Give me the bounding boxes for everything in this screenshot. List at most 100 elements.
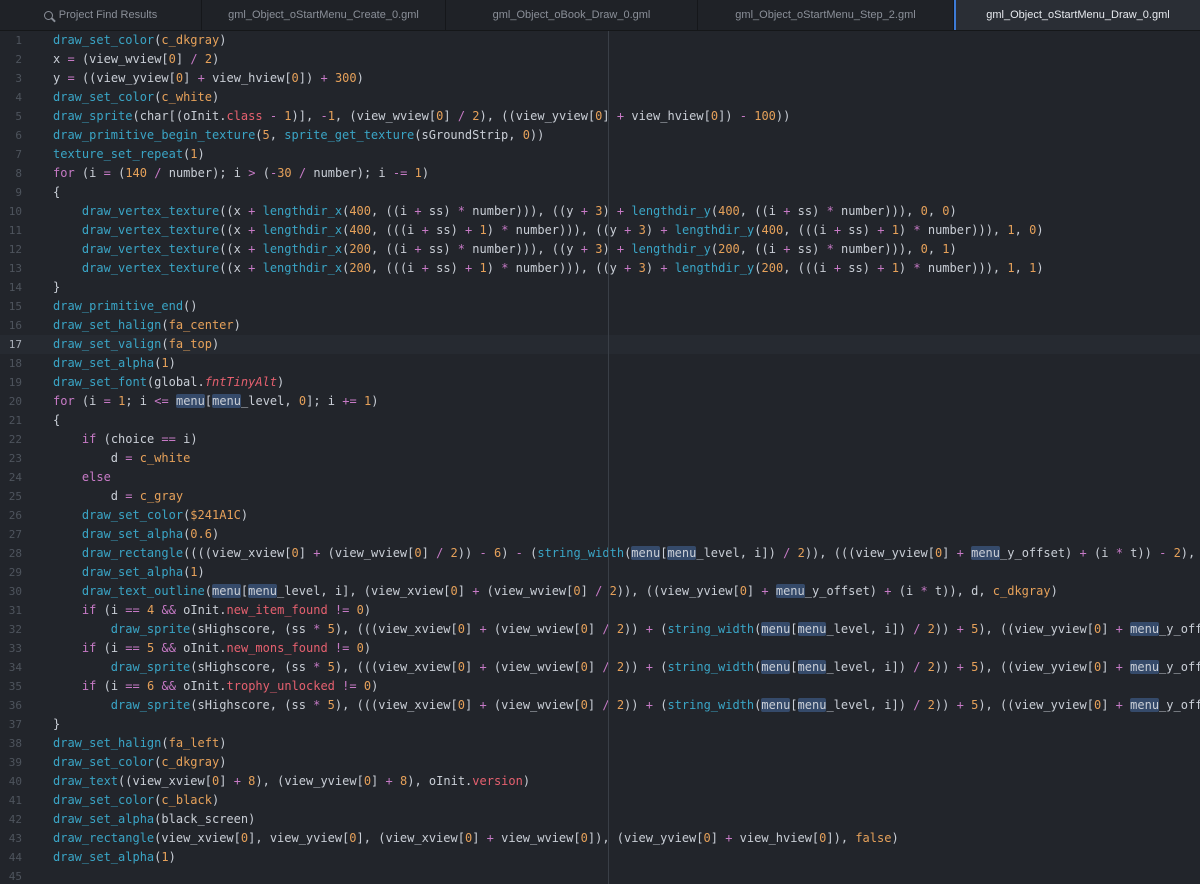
tab-ostartmenu-step[interactable]: gml_Object_oStartMenu_Step_2.gml bbox=[698, 0, 954, 30]
code-line[interactable]: 15 draw_primitive_end() bbox=[0, 297, 1200, 316]
tab-label: Project Find Results bbox=[58, 9, 158, 21]
tab-label: gml_Object_oStartMenu_Draw_0.gml bbox=[986, 9, 1170, 21]
code-text: if (choice == i) bbox=[81, 432, 198, 446]
code-line[interactable]: 11 draw_vertex_texture((x + lengthdir_x(… bbox=[0, 221, 1200, 240]
code-line[interactable]: 14} bbox=[0, 278, 1200, 297]
line-number: 28 bbox=[8, 547, 22, 560]
code-line[interactable]: 44 draw_set_alpha(1) bbox=[0, 848, 1200, 867]
code-text: if (i == 5 && oInit.new_mons_found != 0) bbox=[81, 641, 372, 655]
code-line[interactable]: 33 if (i == 5 && oInit.new_mons_found !=… bbox=[0, 639, 1200, 658]
tab-obook-draw[interactable]: gml_Object_oBook_Draw_0.gml bbox=[446, 0, 698, 30]
code-text: draw_sprite(sHighscore, (ss * 5), (((vie… bbox=[110, 660, 1200, 674]
code-line[interactable]: 23 d = c_white bbox=[0, 449, 1200, 468]
code-line[interactable]: 38 draw_set_halign(fa_left) bbox=[0, 734, 1200, 753]
line-number: 32 bbox=[8, 623, 22, 636]
line-number: 25 bbox=[8, 490, 22, 503]
code-line[interactable]: 36 draw_sprite(sHighscore, (ss * 5), (((… bbox=[0, 696, 1200, 715]
code-line[interactable]: 41 draw_set_color(c_black) bbox=[0, 791, 1200, 810]
code-line[interactable]: 12 draw_vertex_texture((x + lengthdir_x(… bbox=[0, 240, 1200, 259]
code-line[interactable]: 37} bbox=[0, 715, 1200, 734]
code-text: draw_set_color(c_dkgray) bbox=[53, 33, 227, 47]
line-number: 37 bbox=[8, 718, 22, 731]
code-line[interactable]: 17 draw_set_valign(fa_top) bbox=[0, 335, 1200, 354]
code-text: draw_set_color(c_black) bbox=[53, 793, 220, 807]
code-line[interactable]: 6 draw_primitive_begin_texture(5, sprite_… bbox=[0, 126, 1200, 145]
code-line[interactable]: 34 draw_sprite(sHighscore, (ss * 5), (((… bbox=[0, 658, 1200, 677]
search-icon bbox=[43, 10, 53, 20]
line-number: 24 bbox=[8, 471, 22, 484]
line-number: 31 bbox=[8, 604, 22, 617]
code-line[interactable]: 1 draw_set_color(c_dkgray) bbox=[0, 31, 1200, 50]
code-line[interactable]: 21 { bbox=[0, 411, 1200, 430]
code-line[interactable]: 19 draw_set_font(global.fntTinyAlt) bbox=[0, 373, 1200, 392]
code-text: x = (view_wview[0] / 2) bbox=[53, 52, 220, 66]
code-text: y = ((view_yview[0] + view_hview[0]) + 3… bbox=[53, 71, 364, 85]
tab-ostartmenu-draw[interactable]: gml_Object_oStartMenu_Draw_0.gml bbox=[954, 0, 1200, 30]
code-line[interactable]: 31 if (i == 4 && oInit.new_item_found !=… bbox=[0, 601, 1200, 620]
code-text: draw_set_halign(fa_left) bbox=[53, 736, 227, 750]
line-number: 40 bbox=[8, 775, 22, 788]
line-number: 44 bbox=[8, 851, 22, 864]
line-number: 14 bbox=[8, 281, 22, 294]
code-line[interactable]: 18 draw_set_alpha(1) bbox=[0, 354, 1200, 373]
line-number: 1 bbox=[15, 34, 22, 47]
code-line[interactable]: 2 x = (view_wview[0] / 2) bbox=[0, 50, 1200, 69]
line-number: 5 bbox=[15, 110, 22, 123]
code-text: draw_primitive_begin_texture(5, sprite_g… bbox=[53, 128, 545, 142]
code-line[interactable]: 8 for (i = (140 / number); i > (-30 / num… bbox=[0, 164, 1200, 183]
code-line[interactable]: 30 draw_text_outline(menu[menu_level, i]… bbox=[0, 582, 1200, 601]
code-text: for (i = (140 / number); i > (-30 / numb… bbox=[53, 166, 430, 180]
code-text: draw_set_alpha(1) bbox=[53, 850, 176, 864]
code-line[interactable]: 24 else bbox=[0, 468, 1200, 487]
line-number: 34 bbox=[8, 661, 22, 674]
code-line[interactable]: 10 draw_vertex_texture((x + lengthdir_x(… bbox=[0, 202, 1200, 221]
line-number: 21 bbox=[8, 414, 22, 427]
line-number: 30 bbox=[8, 585, 22, 598]
tab-bar: Project Find Results gml_Object_oStartMe… bbox=[0, 0, 1200, 31]
column-guide bbox=[608, 31, 609, 884]
code-text: draw_set_color(c_dkgray) bbox=[53, 755, 227, 769]
code-line[interactable]: 42 draw_set_alpha(black_screen) bbox=[0, 810, 1200, 829]
code-line[interactable]: 22 if (choice == i) bbox=[0, 430, 1200, 449]
code-line[interactable]: 16 draw_set_halign(fa_center) bbox=[0, 316, 1200, 335]
code-line[interactable]: 39 draw_set_color(c_dkgray) bbox=[0, 753, 1200, 772]
code-line[interactable]: 35 if (i == 6 && oInit.trophy_unlocked !… bbox=[0, 677, 1200, 696]
code-line[interactable]: 45 bbox=[0, 867, 1200, 884]
line-number: 11 bbox=[8, 224, 22, 237]
code-line[interactable]: 29 draw_set_alpha(1) bbox=[0, 563, 1200, 582]
code-line[interactable]: 9{ bbox=[0, 183, 1200, 202]
code-text: d = c_gray bbox=[110, 489, 184, 503]
code-line[interactable]: 26 draw_set_color($241A1C) bbox=[0, 506, 1200, 525]
line-number: 15 bbox=[8, 300, 22, 313]
code-text: draw_set_halign(fa_center) bbox=[53, 318, 241, 332]
code-line[interactable]: 25 d = c_gray bbox=[0, 487, 1200, 506]
code-line[interactable]: 5 draw_sprite(char[(oInit.class - 1)], -1… bbox=[0, 107, 1200, 126]
code-text: draw_sprite(char[(oInit.class - 1)], -1,… bbox=[53, 109, 791, 123]
code-text: } bbox=[53, 280, 61, 294]
code-line[interactable]: 7 texture_set_repeat(1) bbox=[0, 145, 1200, 164]
code-line[interactable]: 28 draw_rectangle((((view_xview[0] + (vi… bbox=[0, 544, 1200, 563]
line-number: 20 bbox=[8, 395, 22, 408]
code-text: else bbox=[81, 470, 111, 484]
code-editor[interactable]: 1 draw_set_color(c_dkgray) 2 x = (view_wvie… bbox=[0, 31, 1200, 884]
line-number: 10 bbox=[8, 205, 22, 218]
code-text: { bbox=[53, 185, 61, 199]
tab-ostartmenu-create[interactable]: gml_Object_oStartMenu_Create_0.gml bbox=[202, 0, 446, 30]
code-line[interactable]: 13 draw_vertex_texture((x + lengthdir_x(… bbox=[0, 259, 1200, 278]
code-text: { bbox=[53, 413, 61, 427]
code-line[interactable]: 40 draw_text((view_xview[0] + 8), (view_y… bbox=[0, 772, 1200, 791]
code-line[interactable]: 20 for (i = 1; i <= menu[menu_level, 0]; … bbox=[0, 392, 1200, 411]
code-line[interactable]: 43 draw_rectangle(view_xview[0], view_yvi… bbox=[0, 829, 1200, 848]
code-line[interactable]: 27 draw_set_alpha(0.6) bbox=[0, 525, 1200, 544]
code-text: draw_rectangle((((view_xview[0] + (view_… bbox=[81, 546, 1196, 560]
code-line[interactable]: 4 draw_set_color(c_white) bbox=[0, 88, 1200, 107]
line-number: 17 bbox=[8, 338, 22, 351]
code-text: draw_vertex_texture((x + lengthdir_x(400… bbox=[81, 223, 1044, 237]
code-line[interactable]: 3 y = ((view_yview[0] + view_hview[0]) + … bbox=[0, 69, 1200, 88]
line-number: 3 bbox=[15, 72, 22, 85]
tab-project-find-results[interactable]: Project Find Results bbox=[0, 0, 202, 30]
line-number: 35 bbox=[8, 680, 22, 693]
code-line[interactable]: 32 draw_sprite(sHighscore, (ss * 5), (((… bbox=[0, 620, 1200, 639]
code-text: draw_set_valign(fa_top) bbox=[53, 337, 220, 351]
code-text: draw_vertex_texture((x + lengthdir_x(400… bbox=[81, 204, 957, 218]
